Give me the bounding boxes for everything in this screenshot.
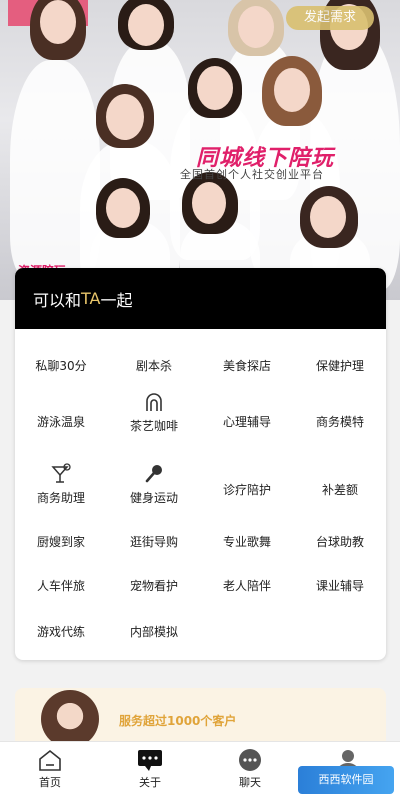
hero-banner[interactable]: 发起需求 同城线下陪玩 全国首创个人社交创业平台 资源陪玩	[0, 0, 400, 300]
service-label: 台球助教	[315, 535, 364, 549]
service-item[interactable]: 逛街导购	[108, 533, 200, 550]
figure-face	[106, 188, 140, 228]
service-item[interactable]: 商务助理	[15, 463, 107, 506]
avatar	[41, 690, 99, 748]
tab-about[interactable]: 关于	[120, 748, 180, 790]
tab-label: 首页	[39, 776, 61, 789]
service-label: 心理辅导	[222, 415, 271, 429]
service-label: 宠物看护	[129, 579, 178, 593]
promo-banner[interactable]: 服务超过1000个客户	[15, 688, 386, 748]
card-title-prefix: 可以和	[33, 290, 82, 310]
service-label: 人车伴旅	[36, 579, 85, 593]
figure-face	[128, 4, 164, 46]
figure-face	[274, 68, 310, 112]
card-title-suffix: 一起	[100, 290, 133, 310]
service-item[interactable]: 诊疗陪护	[201, 481, 293, 498]
service-label: 内部模拟	[129, 625, 178, 639]
service-item[interactable]: 宠物看护	[108, 577, 200, 594]
service-item[interactable]: 厨嫂到家	[15, 533, 107, 550]
service-item[interactable]: 专业歌舞	[201, 533, 293, 550]
card-header: 可以和 TA 一起	[15, 268, 386, 329]
banner-subtitle: 全国首创个人社交创业平台	[180, 168, 324, 181]
service-label: 保健护理	[315, 359, 364, 373]
service-item[interactable]: 私聊30分	[15, 357, 107, 374]
service-label: 美食探店	[222, 359, 271, 373]
service-label: 健身运动	[129, 491, 178, 505]
promo-text: 服务超过1000个客户	[119, 714, 237, 728]
service-label: 补差额	[321, 483, 358, 497]
microphone-icon	[145, 465, 162, 483]
figure-face	[238, 6, 274, 48]
service-label: 茶艺咖啡	[129, 419, 178, 433]
service-label: 商务模特	[315, 415, 364, 429]
arch-icon	[146, 393, 162, 411]
service-item[interactable]: 美食探店	[201, 357, 293, 374]
service-item[interactable]: 老人陪伴	[201, 577, 293, 594]
service-item[interactable]: 茶艺咖啡	[108, 391, 200, 434]
service-label: 游泳温泉	[36, 415, 85, 429]
figure-face	[40, 0, 76, 44]
service-item[interactable]: 台球助教	[294, 533, 386, 550]
service-item[interactable]: 保健护理	[294, 357, 386, 374]
service-label: 专业歌舞	[222, 535, 271, 549]
service-label: 游戏代练	[36, 625, 85, 639]
watermark-logo: 西西软件园	[298, 766, 394, 794]
service-item[interactable]: 人车伴旅	[15, 577, 107, 594]
figure-face	[192, 182, 226, 224]
figure-face	[310, 196, 346, 238]
service-label: 逛街导购	[129, 535, 178, 549]
tab-chat[interactable]: 聊天	[220, 748, 280, 790]
service-item[interactable]: 游泳温泉	[15, 413, 107, 430]
service-label: 剧本杀	[135, 359, 172, 373]
cocktail-icon	[51, 463, 71, 483]
tab-label: 关于	[139, 776, 161, 789]
service-item[interactable]: 心理辅导	[201, 413, 293, 430]
bottom-tab-bar: 首页 关于 聊天 西西软件园	[0, 741, 400, 797]
service-label: 商务助理	[36, 491, 85, 505]
publish-request-button[interactable]: 发起需求	[286, 6, 374, 30]
service-item[interactable]: 补差额	[294, 481, 386, 498]
figure-face	[106, 94, 144, 140]
service-item[interactable]: 健身运动	[108, 463, 200, 506]
service-label: 厨嫂到家	[36, 535, 85, 549]
figure-face	[197, 66, 233, 110]
services-card: 可以和 TA 一起 私聊30分 剧本杀 美食探店 保健护理 游泳温泉 茶艺咖啡 心理…	[15, 268, 386, 660]
tab-label: 聊天	[239, 776, 261, 789]
service-label: 诊疗陪护	[222, 483, 271, 497]
service-label: 老人陪伴	[222, 579, 271, 593]
home-icon	[39, 749, 61, 771]
card-title-highlight: TA	[81, 289, 101, 308]
service-item[interactable]: 课业辅导	[294, 577, 386, 594]
service-item[interactable]: 剧本杀	[108, 357, 200, 374]
service-label: 私聊30分	[35, 359, 87, 373]
tab-home[interactable]: 首页	[20, 748, 80, 790]
message-dots-icon	[239, 749, 261, 771]
chat-bubble-icon	[138, 750, 162, 771]
service-item[interactable]: 游戏代练	[15, 623, 107, 640]
service-item[interactable]: 内部模拟	[108, 623, 200, 640]
service-item[interactable]: 商务模特	[294, 413, 386, 430]
service-label: 课业辅导	[315, 579, 364, 593]
